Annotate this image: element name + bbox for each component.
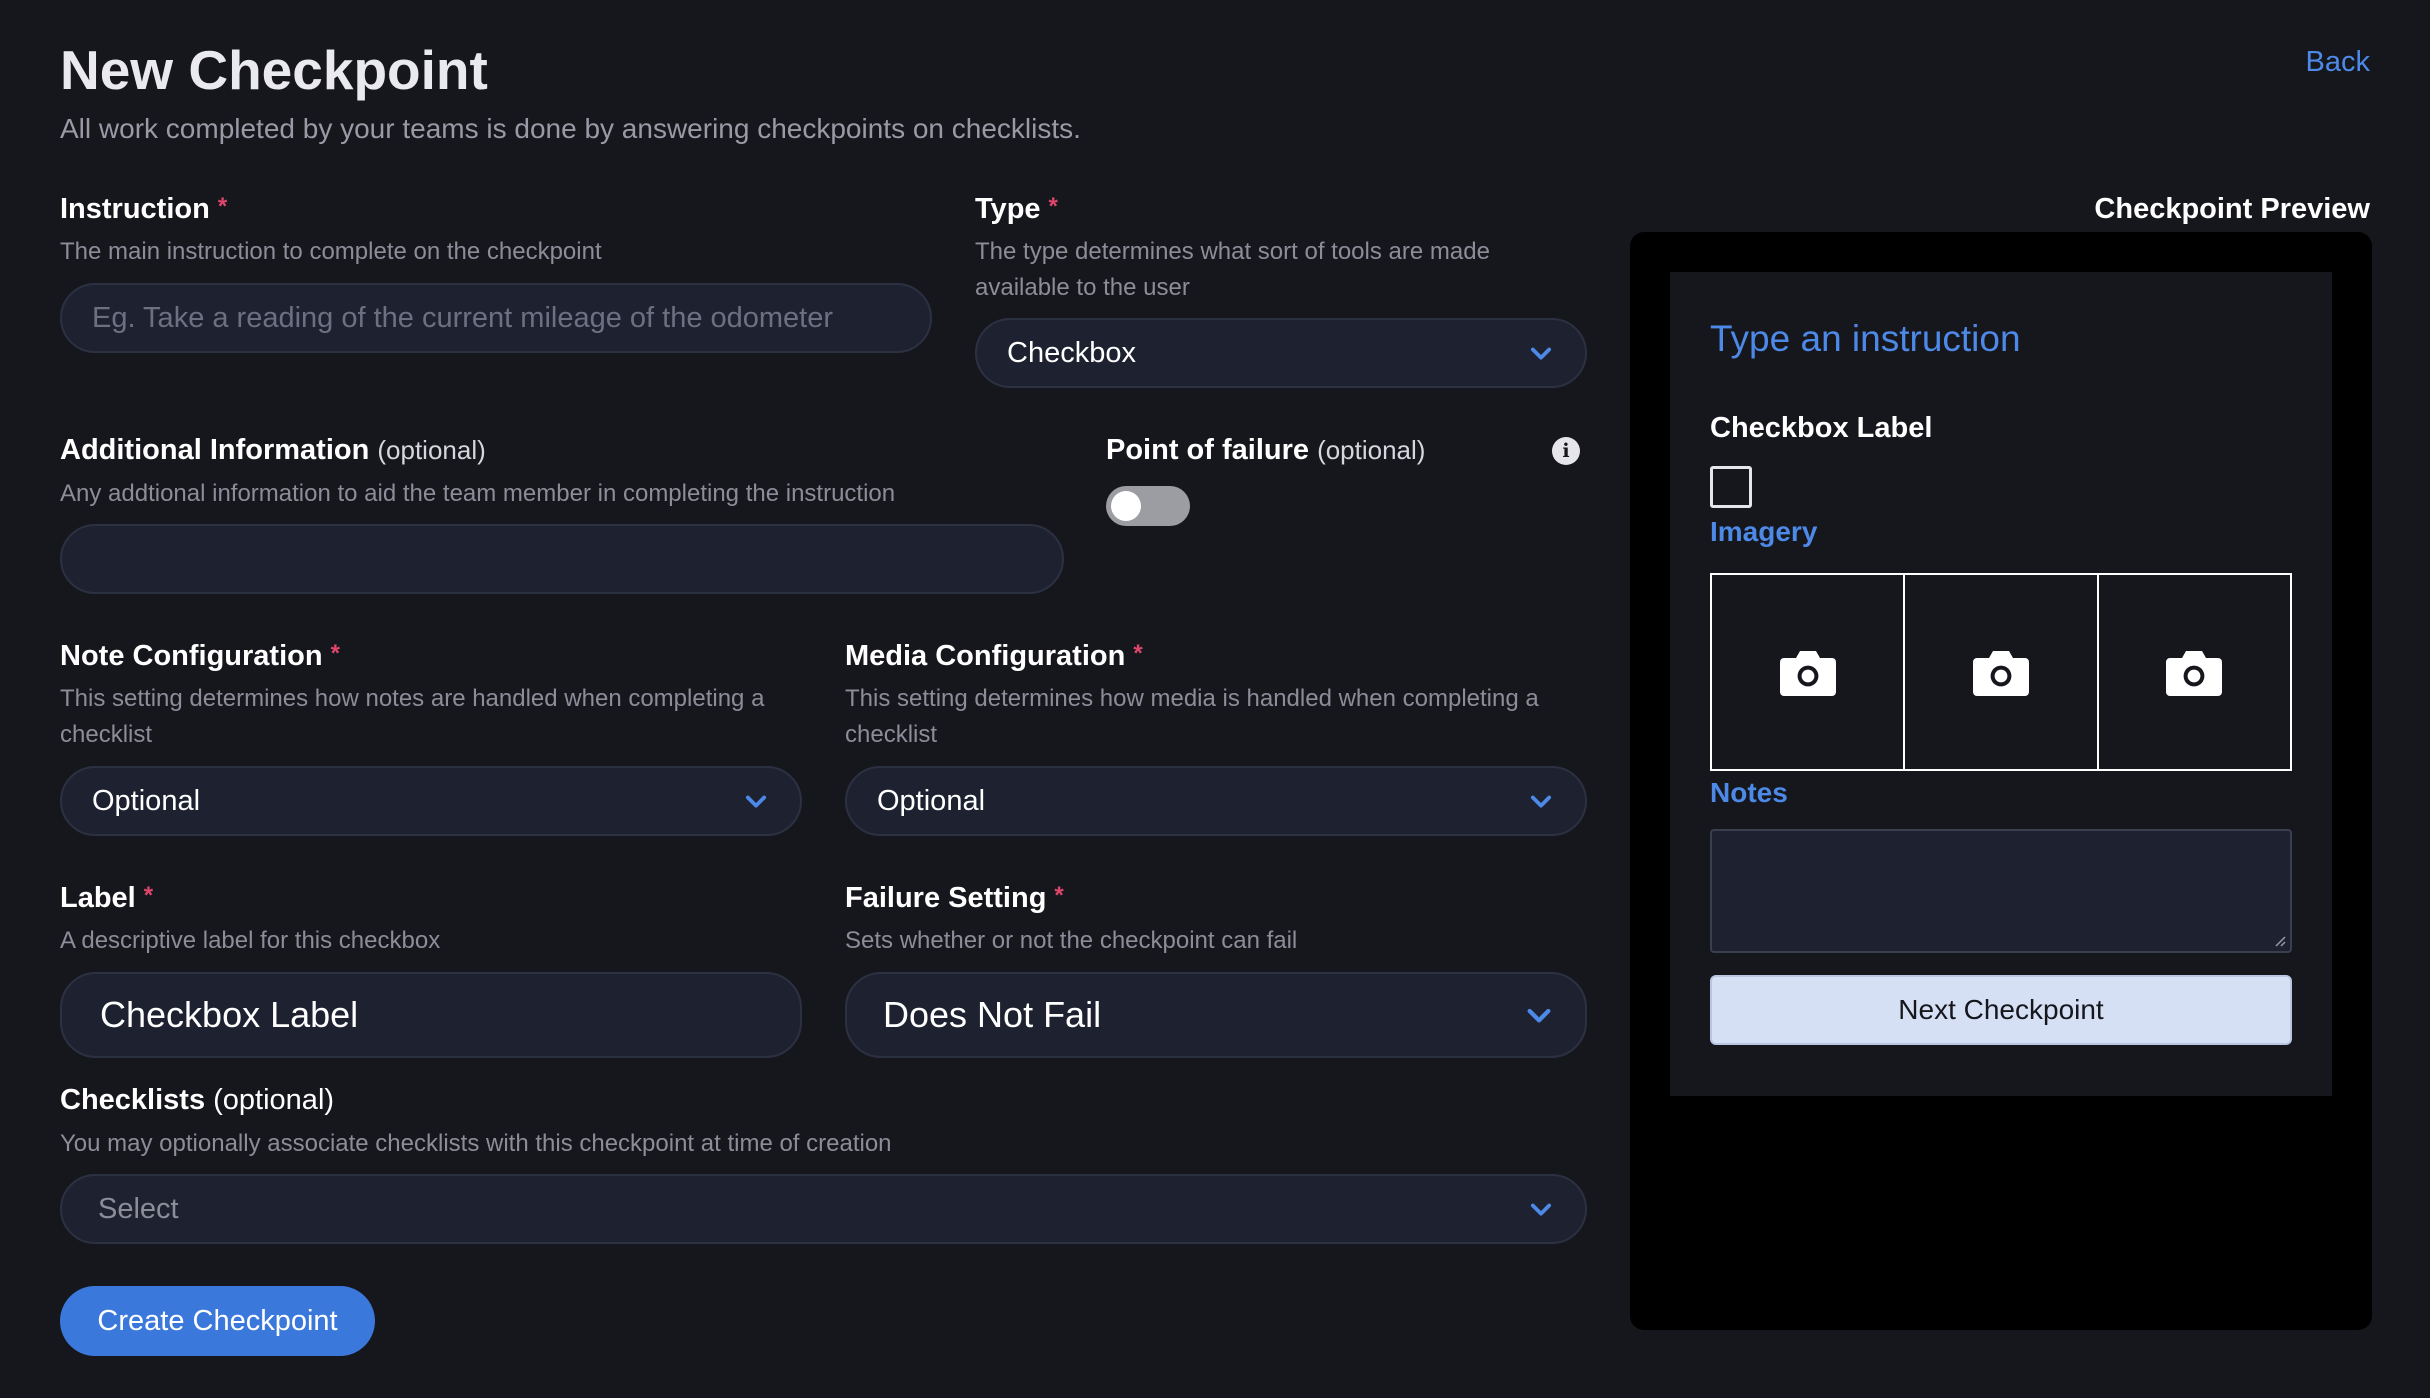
point-of-failure-toggle[interactable] bbox=[1106, 486, 1190, 526]
back-link[interactable]: Back bbox=[2306, 46, 2370, 79]
point-of-failure-label-text: Point of failure bbox=[1106, 434, 1309, 466]
info-icon[interactable]: i bbox=[1552, 437, 1580, 465]
instruction-input[interactable] bbox=[92, 301, 900, 335]
camera-icon bbox=[1779, 651, 1836, 696]
preview-checkbox-label: Checkbox Label bbox=[1710, 412, 1933, 444]
type-label: Type * bbox=[975, 193, 1058, 226]
required-mark: * bbox=[1133, 640, 1143, 667]
label-field[interactable]: Checkbox Label bbox=[60, 972, 802, 1058]
required-mark: * bbox=[143, 882, 154, 909]
checklists-select-placeholder: Select bbox=[98, 1192, 179, 1225]
optional-tag: (optional) bbox=[377, 435, 486, 465]
failure-setting-label: Failure Setting * bbox=[845, 882, 1064, 915]
image-slot[interactable] bbox=[1712, 575, 1906, 769]
chevron-down-icon bbox=[1530, 795, 1552, 808]
note-config-label: Note Configuration * bbox=[60, 640, 340, 673]
note-config-select-value: Optional bbox=[92, 784, 201, 817]
media-config-help: This setting determines how media is han… bbox=[845, 685, 1539, 748]
instruction-label-text: Instruction bbox=[60, 193, 210, 225]
page-title: New Checkpoint bbox=[60, 39, 488, 101]
additional-info-help: Any addtional information to aid the tea… bbox=[60, 480, 896, 507]
additional-info-label: Additional Information (optional) bbox=[60, 434, 486, 467]
type-label-text: Type bbox=[975, 193, 1041, 225]
instruction-field[interactable] bbox=[60, 283, 932, 353]
preview-imagery-label: Imagery bbox=[1710, 516, 1818, 547]
next-checkpoint-button[interactable]: Next Checkpoint bbox=[1710, 975, 2292, 1045]
media-config-label-text: Media Configuration bbox=[845, 640, 1126, 672]
instruction-help: The main instruction to complete on the … bbox=[60, 238, 602, 265]
required-mark: * bbox=[1054, 882, 1064, 909]
media-config-label: Media Configuration * bbox=[845, 640, 1143, 673]
failure-setting-label-text: Failure Setting bbox=[845, 882, 1047, 914]
media-config-select-value: Optional bbox=[877, 784, 986, 817]
preview-checkbox[interactable] bbox=[1710, 466, 1752, 508]
note-config-label-text: Note Configuration bbox=[60, 640, 323, 672]
required-mark: * bbox=[1048, 193, 1058, 220]
failure-setting-help: Sets whether or not the checkpoint can f… bbox=[845, 927, 1298, 954]
preview-title: Checkpoint Preview bbox=[2094, 193, 2370, 225]
chevron-down-icon bbox=[1527, 1008, 1551, 1023]
point-of-failure-label: Point of failure (optional) bbox=[1106, 434, 1425, 467]
label-label: Label * bbox=[60, 882, 153, 915]
failure-setting-select[interactable]: Does Not Fail bbox=[845, 972, 1587, 1058]
media-config-select[interactable]: Optional bbox=[845, 766, 1587, 836]
checklists-select[interactable]: Select bbox=[60, 1174, 1587, 1244]
checklists-label-text: Checklists bbox=[60, 1084, 206, 1116]
type-select[interactable]: Checkbox bbox=[975, 318, 1587, 388]
required-mark: * bbox=[330, 640, 340, 667]
label-help: A descriptive label for this checkbox bbox=[60, 927, 441, 954]
label-input-value: Checkbox Label bbox=[100, 994, 359, 1035]
image-slot[interactable] bbox=[1905, 575, 2099, 769]
note-config-help: This setting determines how notes are ha… bbox=[60, 685, 765, 748]
preview-notes-label: Notes bbox=[1710, 777, 1788, 808]
preview-imagery-grid bbox=[1710, 573, 2292, 771]
chevron-down-icon bbox=[1530, 347, 1552, 360]
chevron-down-icon bbox=[745, 795, 767, 808]
optional-tag: (optional) bbox=[1317, 435, 1426, 465]
type-help: The type determines what sort of tools a… bbox=[975, 238, 1490, 301]
type-select-value: Checkbox bbox=[1007, 336, 1136, 369]
additional-info-input[interactable] bbox=[92, 542, 1032, 576]
checklists-help: You may optionally associate checklists … bbox=[60, 1130, 892, 1157]
additional-info-field[interactable] bbox=[60, 524, 1064, 594]
checklists-label: Checklists (optional) bbox=[60, 1084, 334, 1117]
resize-handle-icon[interactable] bbox=[2272, 933, 2286, 947]
required-mark: * bbox=[217, 193, 228, 220]
optional-tag: (optional) bbox=[213, 1084, 335, 1116]
page-subtitle: All work completed by your teams is done… bbox=[60, 113, 1081, 144]
chevron-down-icon bbox=[1530, 1203, 1552, 1216]
failure-setting-select-value: Does Not Fail bbox=[883, 994, 1102, 1035]
preview-notes-textarea[interactable] bbox=[1710, 829, 2292, 953]
note-config-select[interactable]: Optional bbox=[60, 766, 802, 836]
instruction-label: Instruction * bbox=[60, 193, 227, 226]
camera-icon bbox=[2166, 651, 2223, 696]
camera-icon bbox=[1972, 651, 2029, 696]
create-checkpoint-button[interactable]: Create Checkpoint bbox=[60, 1286, 375, 1356]
toggle-knob bbox=[1111, 491, 1141, 521]
image-slot[interactable] bbox=[2099, 575, 2290, 769]
preview-instruction: Type an instruction bbox=[1710, 318, 2021, 359]
label-label-text: Label bbox=[60, 882, 136, 914]
additional-info-label-text: Additional Information bbox=[60, 434, 370, 466]
